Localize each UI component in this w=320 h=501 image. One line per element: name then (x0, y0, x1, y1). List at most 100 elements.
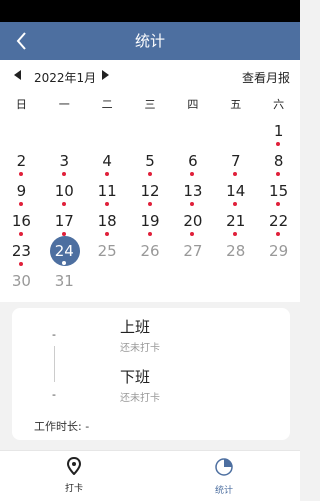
calendar-day[interactable]: 28 (214, 240, 257, 270)
calendar-day[interactable]: 24 (43, 236, 86, 270)
calendar-empty-cell (171, 270, 214, 300)
weekday-label: 一 (58, 98, 70, 111)
attendance-missing-dot (19, 202, 23, 206)
calendar-day[interactable]: 7 (214, 150, 257, 180)
day-number: 12 (140, 182, 160, 200)
weekday-label: 四 (187, 98, 199, 111)
calendar-day[interactable]: 4 (86, 150, 129, 180)
calendar-empty-cell (129, 120, 172, 150)
calendar-day[interactable]: 30 (0, 270, 43, 300)
calendar-day[interactable]: 22 (257, 210, 300, 240)
day-number: 18 (97, 212, 117, 230)
tab-clock-in-label: 打卡 (64, 484, 83, 494)
weekday-label: 三 (144, 98, 156, 111)
calendar-day[interactable]: 16 (0, 210, 43, 240)
off-duty-time: - (52, 388, 56, 401)
attendance-missing-dot (104, 202, 109, 206)
attendance-missing-dot (61, 202, 66, 206)
calendar-day[interactable]: 2 (0, 150, 43, 180)
calendar: 2022年1月 查看月报 日一二三四五六 1 2 3 4 5 6 7 8 9 10 11 12 13 14… (0, 60, 300, 302)
day-number: 14 (226, 182, 246, 200)
day-number: 21 (226, 212, 246, 230)
work-hours-value: - (85, 420, 90, 433)
day-number: 13 (183, 182, 203, 200)
weekday-header: 日一二三四五六 (0, 96, 300, 114)
calendar-empty-cell (0, 120, 43, 150)
attendance-missing-dot (61, 261, 66, 265)
day-number: 24 (54, 242, 74, 260)
calendar-day[interactable]: 13 (171, 180, 214, 210)
calendar-day[interactable]: 6 (171, 150, 214, 180)
attendance-missing-dot (233, 232, 238, 236)
day-number: 15 (269, 182, 289, 200)
calendar-day[interactable]: 3 (43, 150, 86, 180)
day-number: 22 (269, 212, 289, 230)
attendance-missing-dot (61, 172, 66, 176)
day-number: 23 (11, 242, 31, 260)
calendar-week: 30 31 (0, 270, 300, 300)
calendar-empty-cell (43, 120, 86, 150)
calendar-week: 23 24 25 26 27 28 29 (0, 236, 300, 270)
calendar-day[interactable]: 21 (214, 210, 257, 240)
day-number: 26 (140, 242, 160, 260)
weekday-label: 二 (101, 98, 113, 111)
day-number: 1 (273, 122, 284, 140)
pie-chart-icon (184, 457, 264, 480)
calendar-day[interactable]: 20 (171, 210, 214, 240)
calendar-day[interactable]: 9 (0, 180, 43, 210)
off-duty-label: 下班 (120, 368, 151, 386)
attendance-missing-dot (276, 202, 281, 206)
calendar-day[interactable]: 14 (214, 180, 257, 210)
calendar-grid: 1 2 3 4 5 6 7 8 9 10 11 12 13 14 15 16 17 18 19 20 21 22 23 24 2… (0, 120, 300, 300)
calendar-day[interactable]: 11 (86, 180, 129, 210)
calendar-day[interactable]: 12 (129, 180, 172, 210)
calendar-day[interactable]: 31 (43, 270, 86, 300)
next-month-icon[interactable] (102, 70, 109, 80)
day-number: 11 (97, 182, 117, 200)
calendar-day[interactable]: 5 (129, 150, 172, 180)
calendar-week: 2 3 4 5 6 7 8 (0, 150, 300, 180)
prev-month-icon[interactable] (14, 70, 21, 80)
on-duty-status: 还未打卡 (120, 343, 160, 354)
calendar-day[interactable]: 8 (257, 150, 300, 180)
attendance-missing-dot (147, 202, 152, 206)
day-number: 25 (97, 242, 117, 260)
calendar-day[interactable]: 19 (129, 210, 172, 240)
tab-bar: 打卡 统计 (0, 450, 300, 501)
on-duty-label: 上班 (120, 318, 151, 336)
tab-clock-in[interactable]: 打卡 (34, 456, 114, 494)
calendar-day[interactable]: 29 (257, 240, 300, 270)
calendar-day[interactable]: 15 (257, 180, 300, 210)
location-pin-icon (34, 456, 114, 478)
weekday-label: 五 (230, 98, 242, 111)
calendar-day[interactable]: 18 (86, 210, 129, 240)
calendar-day[interactable]: 10 (43, 180, 86, 210)
day-number: 10 (54, 182, 74, 200)
attendance-missing-dot (233, 172, 238, 176)
work-hours: 工作时长: - (34, 418, 89, 434)
tab-statistics[interactable]: 统计 (184, 457, 264, 496)
day-number: 9 (16, 182, 27, 200)
attendance-missing-dot (19, 172, 23, 176)
calendar-day[interactable]: 1 (257, 120, 300, 150)
calendar-day[interactable]: 27 (171, 240, 214, 270)
day-number: 3 (59, 152, 70, 170)
day-number: 19 (140, 212, 160, 230)
timeline-line (54, 346, 55, 382)
calendar-day[interactable]: 26 (129, 240, 172, 270)
day-number: 30 (11, 272, 31, 290)
calendar-empty-cell (129, 270, 172, 300)
attendance-missing-dot (19, 262, 23, 266)
attendance-missing-dot (276, 142, 281, 146)
calendar-day[interactable]: 23 (0, 240, 43, 270)
day-number: 6 (188, 152, 198, 170)
calendar-week: 1 (0, 120, 300, 150)
off-duty-block: 下班 还未打卡 (120, 366, 160, 404)
calendar-empty-cell (86, 120, 129, 150)
view-monthly-report-link[interactable]: 查看月报 (242, 69, 290, 86)
calendar-week: 16 17 18 19 20 21 22 (0, 210, 300, 240)
calendar-day[interactable]: 25 (86, 240, 129, 270)
day-number: 29 (269, 242, 289, 260)
day-number: 17 (54, 212, 74, 230)
attendance-missing-dot (19, 232, 23, 236)
